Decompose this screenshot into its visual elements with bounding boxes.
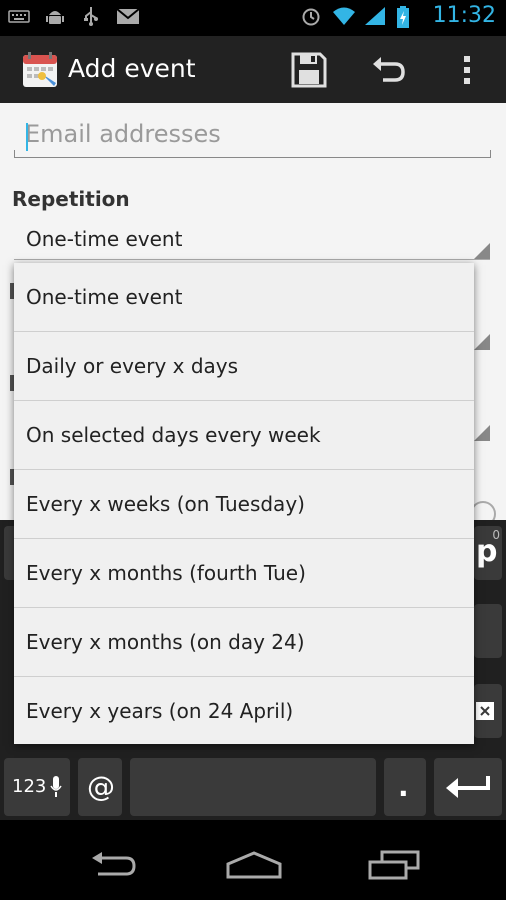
dropdown-option[interactable]: Every x weeks (on Tuesday) [14,470,474,539]
back-icon [92,852,136,876]
usb-icon [80,6,102,26]
dropdown-option[interactable]: On selected days every week [14,401,474,470]
keyboard-key[interactable] [474,604,502,658]
signal-icon [364,6,386,26]
keyboard-notification-icon [8,6,30,26]
save-button[interactable] [289,50,329,90]
enter-key[interactable] [434,758,502,816]
symbols-key[interactable]: 123 [4,758,70,816]
spinner-arrow-icon [474,243,490,259]
undo-icon [373,57,405,82]
battery-icon [396,6,418,28]
field-corner-right [490,150,491,158]
home-button[interactable] [226,850,282,880]
status-bar: 11:32 [0,0,506,36]
android-debug-icon [44,6,66,26]
text-cursor [26,123,28,151]
spinner-arrow-icon [474,334,490,350]
wifi-icon [332,6,355,26]
space-key[interactable] [130,758,376,816]
microphone-icon [50,776,62,797]
dropdown-option[interactable]: Daily or every x days [14,332,474,401]
calendar-app-icon[interactable] [22,52,58,88]
repetition-dropdown: One-time event Daily or every x days On … [14,263,474,744]
overflow-menu-icon [464,56,470,84]
repetition-spinner[interactable]: One-time event [14,215,490,260]
back-button[interactable] [88,850,138,880]
dropdown-option[interactable]: Every x years (on 24 April) [14,677,474,745]
dropdown-option[interactable]: Every x months (on day 24) [14,608,474,677]
spinner-arrow-icon [474,425,490,441]
page-title: Add event [68,54,196,83]
period-key[interactable]: . [384,758,426,816]
enter-icon [446,776,490,798]
repetition-label: Repetition [12,187,130,211]
field-corner-left [14,150,15,158]
gmail-icon [116,6,140,26]
undo-button[interactable] [369,50,409,90]
email-field[interactable] [14,115,491,158]
recent-apps-button[interactable] [368,850,420,880]
action-bar: Add event [0,36,506,105]
at-key[interactable]: @ [78,758,122,816]
save-icon [291,52,327,88]
keyboard-key-p[interactable]: p 0 [474,526,502,580]
status-clock: 11:32 [432,3,496,28]
backspace-icon [476,702,494,720]
backspace-key[interactable] [474,684,502,738]
home-icon [226,851,282,879]
dropdown-option[interactable]: Every x months (fourth Tue) [14,539,474,608]
email-input[interactable] [23,119,467,149]
dropdown-option[interactable]: One-time event [14,263,474,332]
recent-apps-icon [368,850,420,880]
alarm-icon [300,6,322,26]
overflow-menu-button[interactable] [448,50,488,90]
repetition-spinner-value: One-time event [26,227,183,251]
navigation-bar [0,820,506,900]
